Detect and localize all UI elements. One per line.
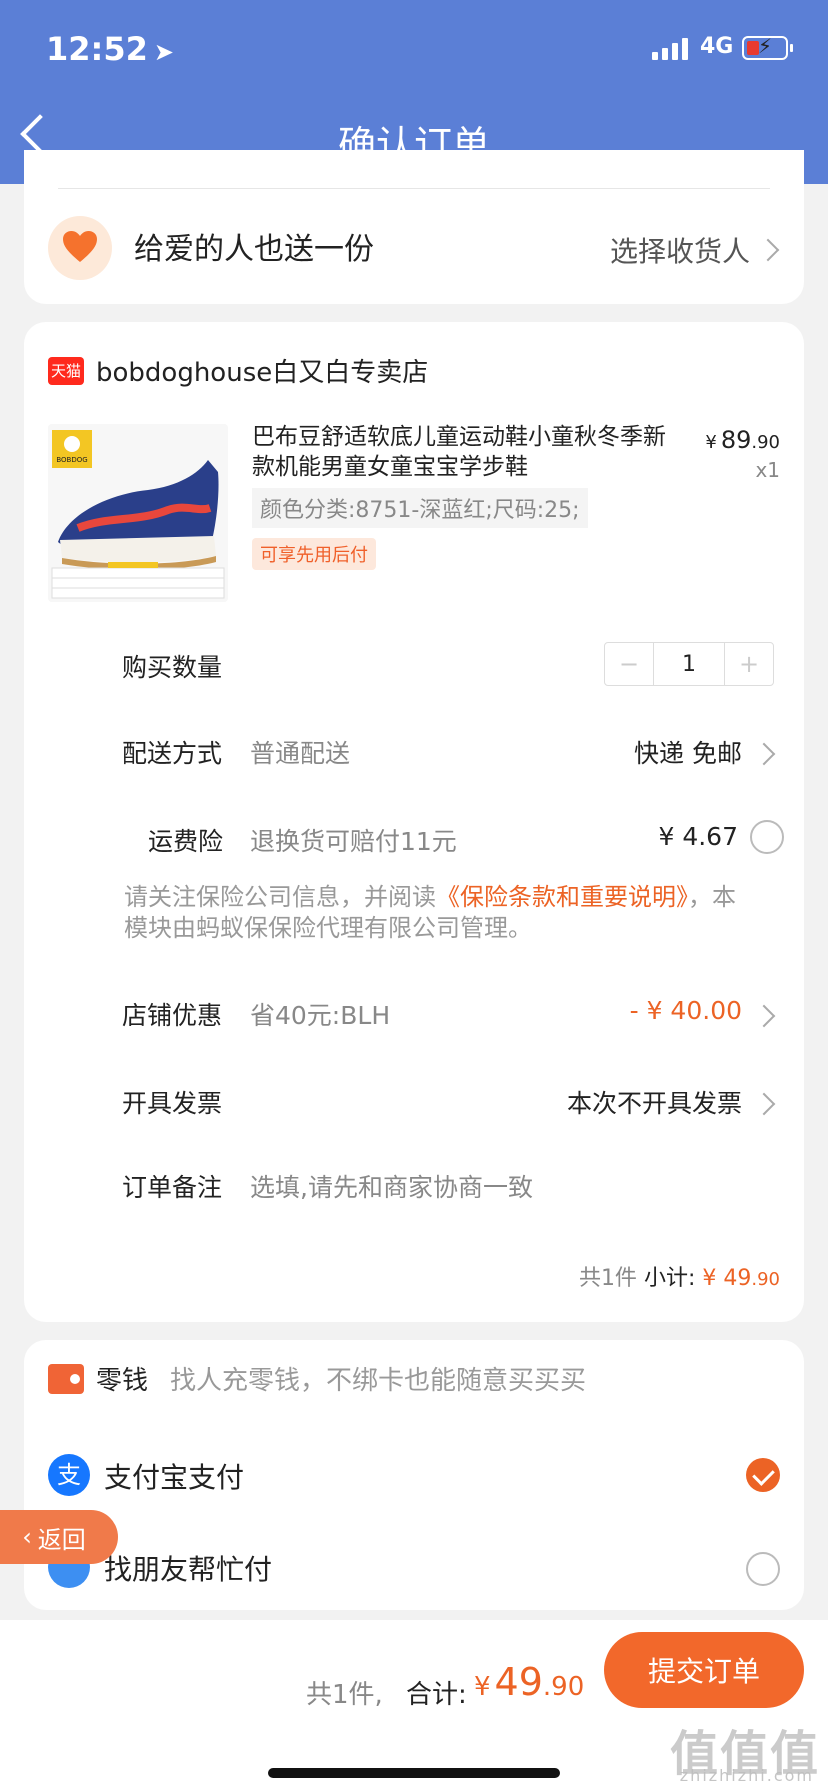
chevron-right-icon [752,742,776,766]
status-time: 12:52 ➤ [46,30,174,68]
alipay-radio[interactable] [746,1458,780,1492]
insurance-note: 请关注保险公司信息，并阅读《保险条款和重要说明》，本模块由蚂蚁保保险代理有限公司… [124,883,736,942]
increase-button[interactable]: + [725,643,773,685]
product-price: ¥89.90 [705,426,780,454]
status-time-text: 12:52 [46,30,148,68]
invoice-label: 开具发票 [122,1089,223,1118]
location-arrow-icon: ➤ [153,38,174,66]
select-recipient-link[interactable]: 选择收货人 [610,230,750,270]
store-name[interactable]: bobdoghouse白又白专卖店 [96,352,428,389]
wallet-label[interactable]: 零钱 [96,1360,148,1397]
submit-order-button[interactable]: 提交订单 [604,1632,804,1708]
total-amount: ¥49.90 [474,1660,585,1704]
gift-text: 给爱的人也送一份 [134,232,374,267]
network-type: 4G [700,34,734,59]
chevron-right-icon [756,238,780,262]
home-indicator[interactable] [268,1768,560,1778]
signal-icon [652,36,688,60]
alipay-option[interactable]: 支付宝支付 [104,1456,244,1496]
product-image[interactable]: BOBDOG [48,424,228,602]
chevron-right-icon [752,1092,776,1116]
order-card: 天猫 bobdoghouse白又白专卖店 BOBDOG 巴布豆舒适软底儿童运动鞋… [24,322,804,1322]
delivery-value: 普通配送 [250,739,351,768]
watermark-url: zhizhizhi.com [679,1766,814,1785]
gift-card[interactable]: 给爱的人也送一份 选择收货人 [24,150,804,304]
delivery-option[interactable]: 快递 免邮 [634,734,742,770]
wallet-icon [48,1364,84,1394]
sku-info[interactable]: 颜色分类:8751-深蓝红;尺码:25; [252,488,588,528]
svg-text:BOBDOG: BOBDOG [56,456,87,464]
insurance-value: 退换货可赔付11元 [250,827,457,856]
heart-hand-icon [48,216,112,280]
divider [58,188,770,189]
chevron-right-icon [752,1004,776,1028]
insurance-checkbox[interactable] [750,820,784,854]
battery-icon: ⚡ [742,34,793,60]
quantity-stepper[interactable]: − 1 + [604,642,774,686]
wallet-note[interactable]: 找人充零钱，不绑卡也能随意买买买 [170,1360,586,1397]
alipay-icon: 支 [48,1454,90,1496]
discount-label: 店铺优惠 [122,1001,223,1030]
floating-back-label: 返回 [37,1525,86,1554]
tmall-icon: 天猫 [48,356,84,385]
discount-amount[interactable]: - ¥ 40.00 [630,996,742,1025]
total-count: 共1件, [306,1680,383,1710]
payment-card: 零钱 找人充零钱，不绑卡也能随意买买买 支 支付宝支付 找朋友帮忙付 [24,1340,804,1610]
subtotal: 共1件 小计: ¥ 49.90 [578,1266,780,1291]
pay-later-tag: 可享先用后付 [252,538,376,570]
floating-back-button[interactable]: ‹ 返回 [0,1510,118,1564]
store-header[interactable]: 天猫 bobdoghouse白又白专卖店 [48,352,428,389]
remark-input[interactable]: 选填,请先和商家协商一致 [250,1168,533,1204]
total-label: 合计: [406,1680,467,1710]
product-quantity: x1 [755,458,780,482]
delivery-label: 配送方式 [122,739,223,768]
invoice-option[interactable]: 本次不开具发票 [567,1084,742,1120]
remark-label: 订单备注 [122,1173,223,1202]
chevron-left-icon: ‹ [22,1523,32,1551]
friend-pay-option[interactable]: 找朋友帮忙付 [104,1548,272,1588]
quantity-value[interactable]: 1 [653,643,725,685]
quantity-label: 购买数量 [122,653,223,682]
product-title[interactable]: 巴布豆舒适软底儿童运动鞋小童秋冬季新款机能男童女童宝宝学步鞋 [252,422,672,482]
decrease-button[interactable]: − [605,643,653,685]
checkout-bar: 共1件, 合计: ¥49.90 提交订单 值值值 zhizhizhi.com [0,1620,828,1792]
friend-pay-radio[interactable] [746,1552,780,1586]
insurance-label: 运费险 [148,827,224,856]
discount-value: 省40元:BLH [250,1001,391,1030]
insurance-terms-link[interactable]: 《保险条款和重要说明》 [436,883,688,911]
insurance-price: ¥ 4.67 [658,822,738,851]
